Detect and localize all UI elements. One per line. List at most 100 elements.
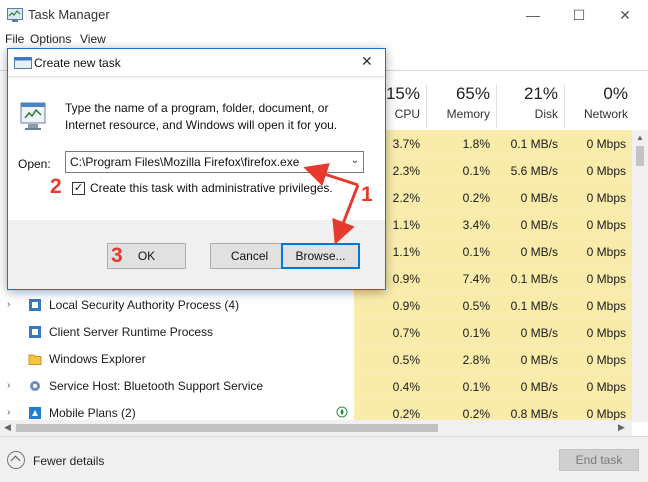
- memory-value: 0.1%: [462, 326, 490, 340]
- close-button[interactable]: ✕: [602, 0, 648, 30]
- network-value: 0 Mbps: [586, 326, 626, 340]
- horizontal-scroll-thumb[interactable]: [16, 424, 438, 432]
- admin-privileges-checkbox[interactable]: ✓: [72, 182, 85, 195]
- annotation-step-2: 2: [50, 175, 62, 198]
- network-value: 0 Mbps: [586, 272, 626, 286]
- browse-button[interactable]: Browse...: [281, 243, 360, 269]
- disk-value: 0 MB/s: [520, 218, 558, 232]
- memory-value: 0.1%: [462, 164, 490, 178]
- network-value: 0 Mbps: [586, 353, 626, 367]
- dialog-close-icon[interactable]: ✕: [361, 53, 373, 70]
- disk-value: 0.1 MB/s: [510, 272, 558, 286]
- memory-value: 0.5%: [462, 299, 490, 313]
- memory-value: 0.1%: [462, 380, 490, 394]
- memory-value: 0.1%: [462, 245, 490, 259]
- process-row[interactable]: Windows Explorer 0.5% 2.8% 0 MB/s 0 Mbps: [0, 346, 632, 373]
- process-name: Client Server Runtime Process: [49, 325, 214, 339]
- open-field-value[interactable]: C:\Program Files\Mozilla Firefox\firefox…: [70, 155, 299, 169]
- disk-value: 0 MB/s: [520, 380, 558, 394]
- menu-view[interactable]: View: [80, 32, 106, 46]
- csrss-icon: [29, 326, 41, 338]
- process-row[interactable]: › Local Security Authority Process (4) 0.9…: [0, 292, 632, 319]
- column-header-disk[interactable]: 21% Disk: [496, 84, 558, 128]
- disk-value: 0 MB/s: [520, 245, 558, 259]
- dropdown-chevron-icon[interactable]: ⌄: [351, 155, 359, 166]
- network-label: Network: [583, 107, 628, 121]
- create-new-task-dialog: Create new task ✕ Type the name of a pro…: [7, 48, 386, 290]
- disk-total: 21%: [523, 84, 558, 103]
- network-value: 0 Mbps: [586, 245, 626, 259]
- cpu-value: 0.7%: [392, 326, 420, 340]
- memory-label: Memory: [446, 107, 490, 121]
- scroll-right-arrow-icon[interactable]: ▶: [618, 422, 625, 433]
- menu-options[interactable]: Options: [30, 32, 71, 46]
- dialog-title-bar: Create new task ✕: [8, 49, 385, 77]
- network-value: 0 Mbps: [586, 218, 626, 232]
- disk-value: 0 MB/s: [520, 191, 558, 205]
- end-task-button[interactable]: End task: [559, 449, 639, 471]
- disk-value: 0.1 MB/s: [510, 299, 558, 313]
- process-row[interactable]: Client Server Runtime Process 0.7% 0.1% 0 M…: [0, 319, 632, 346]
- network-value: 0 Mbps: [586, 380, 626, 394]
- task-manager-icon: [7, 8, 23, 22]
- admin-privileges-label[interactable]: Create this task with administrative pri…: [90, 181, 333, 195]
- dialog-description: Type the name of a program, folder, docu…: [65, 101, 338, 132]
- horizontal-scrollbar[interactable]: ◀ ▶: [0, 420, 632, 436]
- window-title: Task Manager: [28, 7, 110, 22]
- cancel-button[interactable]: Cancel: [210, 243, 289, 269]
- expand-chevron-icon[interactable]: ›: [7, 299, 10, 310]
- memory-value: 2.8%: [462, 353, 490, 367]
- scroll-up-arrow-icon[interactable]: ▲: [636, 133, 644, 142]
- memory-value: 0.2%: [462, 191, 490, 205]
- minimize-button[interactable]: —: [510, 0, 556, 30]
- suspended-leaf-icon: [336, 406, 348, 418]
- cpu-value: 0.5%: [392, 353, 420, 367]
- column-header-memory[interactable]: 65% Memory: [426, 84, 490, 128]
- disk-value: 0 MB/s: [520, 326, 558, 340]
- memory-value: 7.4%: [462, 272, 490, 286]
- run-program-icon: [20, 102, 46, 130]
- process-name: Local Security Authority Process (4): [49, 298, 240, 312]
- process-name: Service Host: Bluetooth Support Service: [49, 379, 264, 393]
- open-label: Open:: [18, 157, 51, 171]
- fewer-details-link[interactable]: Fewer details: [33, 454, 104, 468]
- mobile-plans-icon: [29, 407, 41, 419]
- vertical-scroll-thumb[interactable]: [636, 146, 644, 166]
- menu-bar: File Options View: [0, 30, 648, 48]
- gear-icon: [30, 381, 40, 391]
- vertical-scrollbar[interactable]: ▲: [632, 130, 648, 422]
- column-header-network[interactable]: 0% Network: [564, 84, 628, 128]
- disk-label: Disk: [534, 107, 558, 121]
- process-name: Mobile Plans (2): [49, 406, 136, 420]
- memory-total: 65%: [455, 84, 490, 103]
- disk-value: 5.6 MB/s: [510, 164, 558, 178]
- network-value: 0 Mbps: [586, 164, 626, 178]
- process-row[interactable]: › Service Host: Bluetooth Support Service…: [0, 373, 632, 400]
- memory-value: 1.8%: [462, 137, 490, 151]
- disk-value: 0.1 MB/s: [510, 137, 558, 151]
- maximize-button[interactable]: ☐: [556, 0, 602, 30]
- collapse-chevron-icon[interactable]: [7, 451, 25, 469]
- expand-chevron-icon[interactable]: ›: [7, 407, 10, 418]
- network-value: 0 Mbps: [586, 299, 626, 313]
- folder-icon: [28, 354, 42, 365]
- network-value: 0 Mbps: [586, 191, 626, 205]
- cpu-value: 0.9%: [392, 299, 420, 313]
- expand-chevron-icon[interactable]: ›: [7, 380, 10, 391]
- cpu-value: 0.4%: [392, 380, 420, 394]
- network-value: 0 Mbps: [586, 137, 626, 151]
- memory-value: 3.4%: [462, 218, 490, 232]
- process-name: Windows Explorer: [49, 352, 146, 366]
- disk-value: 0 MB/s: [520, 353, 558, 367]
- network-total: 0%: [603, 84, 628, 103]
- dialog-body: Type the name of a program, folder, docu…: [8, 78, 385, 220]
- dialog-title: Create new task: [34, 56, 121, 70]
- open-combobox[interactable]: C:\Program Files\Mozilla Firefox\firefox…: [65, 151, 364, 173]
- footer-bar: Fewer details End task: [0, 436, 648, 482]
- title-bar: Task Manager — ☐ ✕: [0, 0, 648, 30]
- menu-file[interactable]: File: [5, 32, 24, 46]
- scroll-left-arrow-icon[interactable]: ◀: [4, 422, 11, 433]
- annotation-step-3: 3: [111, 244, 123, 267]
- annotation-step-1: 1: [361, 183, 373, 206]
- run-window-icon: [14, 57, 32, 69]
